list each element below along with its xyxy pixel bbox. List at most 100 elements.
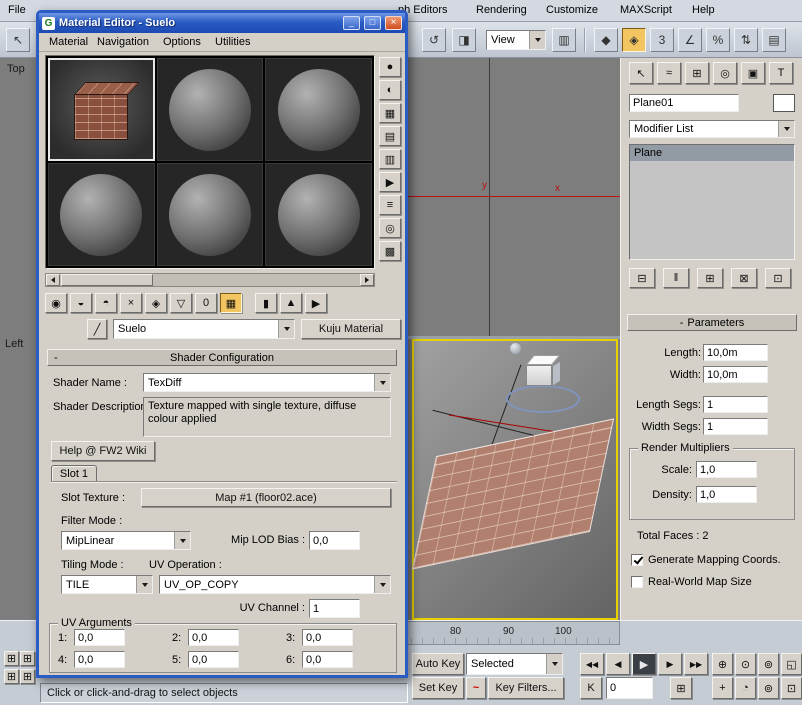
go-to-start-icon[interactable]: ◀◀ — [580, 653, 604, 675]
snap-3d-icon[interactable]: 3 — [650, 28, 674, 52]
tab-utilities[interactable]: T — [769, 62, 793, 84]
scroll-right-icon[interactable] — [360, 274, 374, 286]
arc-rotate-icon[interactable]: ◔ — [735, 677, 756, 699]
uv-arg-value[interactable]: 0,0 — [74, 629, 125, 646]
snaps-toggle-icon[interactable]: ◈ — [622, 28, 646, 52]
chevron-down-icon[interactable] — [278, 320, 294, 338]
assign-material-icon[interactable]: ◓ — [95, 293, 117, 313]
tiling-mode-dropdown[interactable]: TILE — [61, 575, 153, 594]
zoom-icon[interactable]: ⊕ — [712, 653, 733, 675]
material-type-button[interactable]: Kuju Material — [301, 319, 401, 339]
parameters-rollout-header[interactable]: - Parameters — [627, 314, 797, 331]
length-spinner[interactable]: 10,0m — [703, 344, 781, 361]
mip-lod-bias-value[interactable]: 0,0 — [309, 531, 360, 550]
slot-texture-button[interactable]: Map #1 (floor02.ace) — [141, 488, 391, 507]
dock-left-icon[interactable]: ⊞ — [20, 669, 35, 684]
modifier-stack[interactable]: Plane — [629, 144, 795, 260]
make-preview-icon[interactable]: ▶ — [379, 172, 401, 192]
dock-left-icon[interactable]: ⊞ — [4, 651, 19, 666]
length-segs-spinner[interactable]: 1 — [703, 396, 781, 413]
pan-icon[interactable]: + — [712, 677, 733, 699]
menu-help[interactable]: Help — [692, 4, 715, 16]
chevron-down-icon[interactable] — [529, 31, 545, 49]
sample-slot-active[interactable] — [48, 58, 155, 161]
zoom-region-icon[interactable]: ◱ — [781, 653, 802, 675]
select-by-material-icon[interactable]: ◎ — [379, 218, 401, 238]
sample-slot[interactable] — [157, 163, 264, 266]
menu-file[interactable]: File — [8, 4, 26, 16]
select-manipulate-icon[interactable]: ◆ — [594, 28, 618, 52]
material-navigator-icon[interactable]: ▩ — [379, 241, 401, 261]
percent-snap-icon[interactable]: % — [706, 28, 730, 52]
chevron-down-icon[interactable] — [546, 654, 562, 674]
menu-navigation[interactable]: Navigation — [97, 36, 149, 48]
chevron-down-icon[interactable] — [136, 576, 152, 593]
length-segs-value[interactable]: 1 — [703, 396, 768, 413]
shader-name-dropdown[interactable]: TexDiff — [143, 373, 391, 392]
uv-arg-value[interactable]: 0,0 — [188, 651, 239, 668]
remove-modifier-icon[interactable]: ⊠ — [731, 268, 757, 288]
generate-mapping-checkbox[interactable] — [631, 554, 643, 566]
next-frame-icon[interactable]: ▶ — [658, 653, 682, 675]
uv-arg-spinner[interactable]: 0,0 — [188, 651, 252, 668]
sample-scrollbar[interactable] — [45, 273, 375, 287]
key-filters-button[interactable]: Key Filters... — [488, 677, 564, 699]
uv-arg-spinner[interactable]: 0,0 — [302, 651, 366, 668]
tab-motion[interactable]: ◎ — [713, 62, 737, 84]
material-editor-titlebar[interactable]: G Material Editor - Suelo _ □ × — [39, 13, 405, 33]
uv-arg-value[interactable]: 0,0 — [188, 629, 239, 646]
uv-arg-spinner[interactable]: 0,0 — [74, 651, 138, 668]
current-frame-value[interactable]: 0 — [606, 677, 653, 699]
real-world-checkbox[interactable] — [631, 576, 643, 588]
go-forward-icon[interactable]: ▶ — [305, 293, 327, 313]
viewport-label-left[interactable]: Left — [5, 338, 23, 350]
modifier-stack-row[interactable]: Plane — [630, 145, 794, 161]
viewport-label-top[interactable]: Top — [7, 63, 25, 75]
length-value[interactable]: 10,0m — [703, 344, 768, 361]
configure-sets-icon[interactable]: ⊡ — [765, 268, 791, 288]
dock-left-icon[interactable]: ⊞ — [4, 669, 19, 684]
previous-frame-icon[interactable]: ◀ — [606, 653, 630, 675]
spinner-snap-icon[interactable]: ⇅ — [734, 28, 758, 52]
scrollbar-thumb[interactable] — [61, 274, 153, 286]
show-end-result-icon[interactable]: ▮ — [255, 293, 277, 313]
uv-arg-spinner[interactable]: 0,0 — [188, 629, 252, 646]
scroll-left-icon[interactable] — [46, 274, 60, 286]
sample-type-icon[interactable]: ● — [379, 57, 401, 77]
mirror-icon[interactable]: ◨ — [452, 28, 476, 52]
uv-arg-value[interactable]: 0,0 — [302, 651, 353, 668]
density-spinner[interactable]: 1,0 — [696, 486, 770, 503]
reference-coordinate-dropdown[interactable]: View — [486, 30, 546, 50]
zoom-all-icon[interactable]: ⊙ — [735, 653, 756, 675]
backlight-icon[interactable]: ◐ — [379, 80, 401, 100]
tab-modify[interactable]: ≈ — [657, 62, 681, 84]
chevron-down-icon[interactable] — [374, 576, 390, 593]
sample-slot[interactable] — [48, 163, 155, 266]
density-value[interactable]: 1,0 — [696, 486, 757, 503]
named-selection-icon[interactable]: ▤ — [762, 28, 786, 52]
uv-arg-spinner[interactable]: 0,0 — [74, 629, 138, 646]
scale-value[interactable]: 1,0 — [696, 461, 757, 478]
angle-snap-icon[interactable]: ∠ — [678, 28, 702, 52]
shader-config-rollout-header[interactable]: - Shader Configuration — [47, 349, 397, 366]
options-icon[interactable]: ≡ — [379, 195, 401, 215]
cube-object[interactable] — [522, 351, 568, 393]
width-spinner[interactable]: 10,0m — [703, 366, 781, 383]
background-icon[interactable]: ▦ — [379, 103, 401, 123]
uv-operation-dropdown[interactable]: UV_OP_COPY — [159, 575, 391, 594]
uv-channel-value[interactable]: 1 — [309, 599, 360, 618]
show-end-result-icon[interactable]: ‖ — [663, 268, 689, 288]
slot-tab[interactable]: Slot 1 — [51, 465, 97, 482]
scale-spinner[interactable]: 1,0 — [696, 461, 770, 478]
uv-channel-spinner[interactable]: 1 — [309, 599, 373, 618]
put-to-library-icon[interactable]: ▽ — [170, 293, 192, 313]
menu-options[interactable]: Options — [163, 36, 201, 48]
current-frame-spinner[interactable]: 0 — [606, 677, 666, 699]
pick-material-icon[interactable]: ╱ — [87, 319, 107, 339]
chevron-down-icon[interactable] — [374, 374, 390, 391]
pin-stack-icon[interactable]: ⊟ — [629, 268, 655, 288]
modifier-list-dropdown[interactable]: Modifier List — [629, 120, 795, 138]
width-value[interactable]: 10,0m — [703, 366, 768, 383]
dock-left-icon[interactable]: ⊞ — [20, 651, 35, 666]
menu-rendering[interactable]: Rendering — [476, 4, 527, 16]
